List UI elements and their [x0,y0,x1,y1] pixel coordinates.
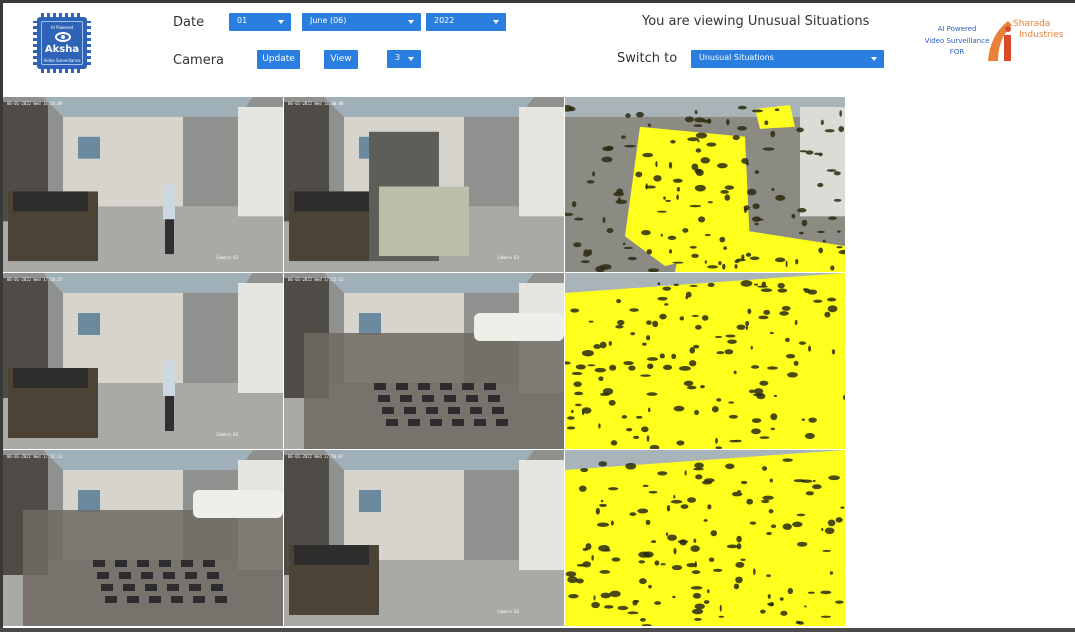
year-select-value: 2022 [434,16,455,25]
camera-frame-image [565,450,845,626]
brand-tagline-1: AI Powered [937,25,977,33]
month-select-value: June (06) [310,16,347,25]
camera-frame-image [3,97,283,272]
date-label: Date [173,15,205,30]
feed-timestamp: 06-01-2022 Wed 16:30:00 [288,101,344,106]
chevron-down-icon [493,20,499,24]
brand-tagline-3: FOR [949,48,965,56]
view-mode-select[interactable]: Unusual Situations [691,50,884,68]
viewing-status-text: You are viewing Unusual Situations [642,14,870,29]
year-select[interactable]: 2022 [426,13,506,31]
camera-number-select[interactable]: 3 [387,50,421,68]
brand-name-line-1: Sharada [1013,19,1051,29]
camera-label: Camera [173,53,225,68]
camera-feed[interactable]: 06-01-2022 Wed 17:50:25 Camera 03 [3,273,283,449]
camera-number-value: 3 [395,53,401,62]
camera-frame-image [284,450,564,626]
camera-frame-image [3,450,283,626]
camera-feed[interactable]: 06-01-2022 Wed 16:30:00 Camera 03 [284,97,564,272]
camera-frame-image [565,273,845,449]
view-button[interactable]: View [324,50,358,69]
logo-tagline-bottom: Video Surveillance [43,58,81,63]
feed-timestamp: 06-01-2022 Wed 17:52:13 [7,454,63,459]
month-select[interactable]: June (06) [302,13,421,31]
aksha-logo: AI Powered Aksha Video Surveillance [33,13,91,73]
logo-name: Aksha [44,44,80,55]
day-select-value: 01 [237,16,248,25]
feed-timestamp: 06-01-2022 Wed 17:52:13 [288,277,344,282]
feed-timestamp: 06-01-2022 Wed 16:24:09 [7,101,63,106]
brand-name-line-2: Industries [1019,30,1064,40]
chevron-down-icon [408,57,414,61]
camera-feed[interactable] [565,97,845,272]
camera-frame-image [3,273,283,449]
camera-feed[interactable]: 06-01-2022 Wed 17:52:13 [284,273,564,449]
chevron-down-icon [408,20,414,24]
feed-camera-label: Camera 03 [216,255,238,260]
feed-timestamp: 06-01-2022 Wed 17:54:07 [288,454,344,459]
feed-camera-label: Camera 03 [216,432,238,437]
window-bottom-border [0,628,1075,632]
feed-camera-label: Camera 03 [497,255,519,260]
feed-timestamp: 06-01-2022 Wed 17:50:25 [7,277,63,282]
camera-feed[interactable]: 06-01-2022 Wed 17:52:13 [3,450,283,626]
eye-icon [55,32,71,42]
window-top-border [0,0,1075,3]
camera-feed[interactable] [565,450,845,626]
chevron-down-icon [278,20,284,24]
feed-camera-label: Camera 03 [497,609,519,614]
camera-frame-image [284,97,564,272]
logo-tagline-top: AI Powered [50,25,74,30]
update-button[interactable]: Update [257,50,300,69]
brand-name: Sharada Industries [1013,19,1063,41]
switch-to-label: Switch to [617,51,678,66]
camera-feed[interactable] [565,273,845,449]
sharada-logo-icon [988,21,1012,61]
chevron-down-icon [871,57,877,61]
camera-frame-image [565,97,845,272]
day-select[interactable]: 01 [229,13,291,31]
view-mode-value: Unusual Situations [699,53,774,62]
camera-feed-grid: 06-01-2022 Wed 16:24:09 Camera 03 06-01-2… [3,97,845,628]
camera-feed[interactable]: 06-01-2022 Wed 16:24:09 Camera 03 [3,97,283,272]
camera-feed[interactable]: 06-01-2022 Wed 17:54:07 Camera 03 [284,450,564,626]
camera-frame-image [284,273,564,449]
